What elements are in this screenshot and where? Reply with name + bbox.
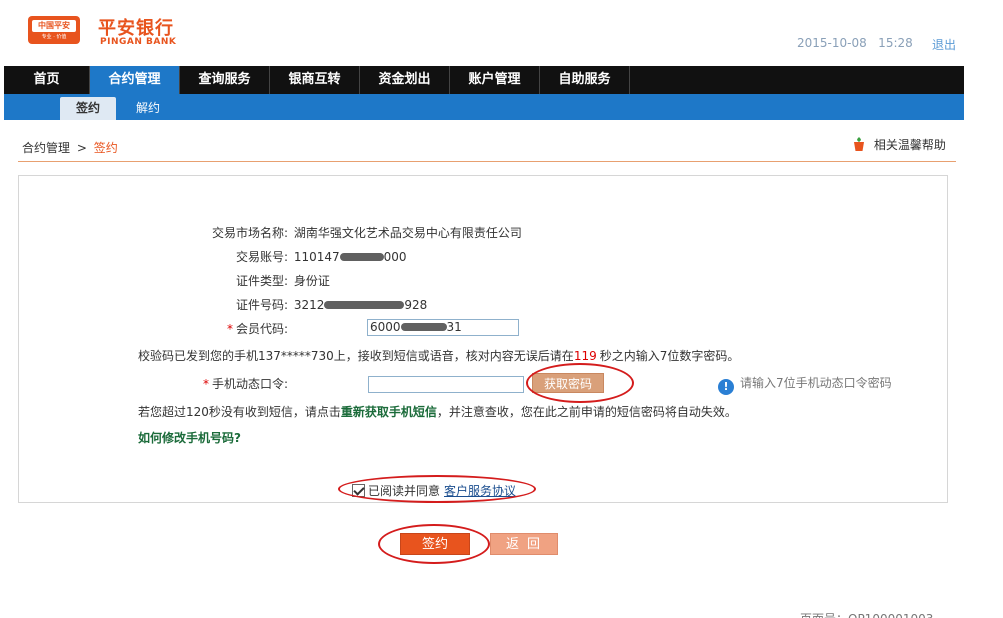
member-prefix: 6000	[370, 320, 401, 334]
subnav-item-sign[interactable]: 签约	[60, 97, 116, 120]
nav-item-selfservice[interactable]: 自助服务	[540, 66, 630, 94]
change-phone-row: 如何修改手机号码?	[138, 429, 241, 446]
current-datetime: 2015-10-08 15:28	[797, 36, 913, 50]
page-number: 页面号：OP100001003	[800, 610, 933, 618]
account-value: 110147 000	[294, 250, 407, 264]
member-label-wrap: * 会员代码:	[88, 320, 288, 337]
idtype-label: 证件类型:	[235, 274, 288, 288]
nav-item-withdraw[interactable]: 资金划出	[360, 66, 450, 94]
member-label: 会员代码:	[235, 322, 288, 336]
nav-item-query[interactable]: 查询服务	[180, 66, 270, 94]
account-row: 交易账号: 110147 000	[88, 248, 407, 265]
resend-notice: 若您超过120秒没有收到短信，请点击重新获取手机短信，并注意查收，您在此之前申请…	[138, 403, 737, 420]
help-link[interactable]: 相关温馨帮助	[852, 136, 946, 153]
account-prefix: 110147	[293, 250, 340, 264]
agreement-link[interactable]: 客户服务协议	[444, 484, 516, 498]
sms-countdown: 119	[573, 349, 597, 363]
resend-text-a: 若您超过120秒没有收到短信，请点击	[138, 405, 341, 419]
sms-notice-a: 校验码已发到您的手机137*****730上，接收到短信或语音，核对内容无误后请…	[138, 349, 574, 363]
nav-item-transfer[interactable]: 银商互转	[270, 66, 360, 94]
idno-redaction	[324, 301, 405, 309]
info-icon: !	[718, 379, 734, 395]
agreement-row: 已阅读并同意 客户服务协议	[352, 482, 516, 499]
idno-label: 证件号码:	[235, 298, 288, 312]
market-value: 湖南华强文化艺术品交易中心有限责任公司	[293, 226, 522, 240]
otp-row: * 手机动态口令:	[88, 375, 288, 392]
otp-hint-text: 请输入7位手机动态口令密码	[740, 376, 892, 390]
market-label: 交易市场名称:	[211, 226, 288, 240]
account-suffix: 000	[383, 250, 407, 264]
bank-name-en: PINGAN BANK	[100, 37, 177, 47]
account-label: 交易账号:	[235, 250, 288, 264]
logo-sub-text: 专业 · 价值	[41, 34, 67, 40]
idno-value: 3212 928	[294, 298, 427, 312]
logo-badge-text: 中国平安	[32, 20, 76, 32]
help-label: 相关温馨帮助	[873, 138, 946, 152]
main-nav: 首页 合约管理 查询服务 银商互转 资金划出 账户管理 自助服务	[4, 66, 964, 94]
nav-item-contract[interactable]: 合约管理	[90, 66, 180, 94]
resend-text-b: ，并注意查收，您在此之前申请的短信密码将自动失效。	[436, 405, 737, 419]
resend-sms-link[interactable]: 重新获取手机短信	[341, 405, 437, 419]
otp-label-wrap: * 手机动态口令:	[88, 375, 288, 392]
otp-label: 手机动态口令:	[211, 377, 288, 391]
idno-prefix: 3212	[293, 298, 325, 312]
plant-pot-icon	[854, 137, 864, 151]
breadcrumb-separator: >	[76, 141, 87, 155]
required-mark: *	[226, 322, 233, 336]
sign-button[interactable]: 签约	[400, 533, 470, 555]
idno-row: 证件号码: 3212 928	[88, 296, 427, 313]
member-row: * 会员代码:	[88, 320, 288, 337]
subnav-item-unsign[interactable]: 解约	[122, 97, 174, 120]
change-phone-link[interactable]: 如何修改手机号码?	[138, 431, 241, 445]
agree-checkbox[interactable]	[352, 484, 365, 497]
breadcrumb-divider	[18, 161, 956, 162]
get-password-button[interactable]: 获取密码	[532, 373, 604, 393]
back-button[interactable]: 返回	[490, 533, 558, 555]
breadcrumb-current: 签约	[93, 141, 118, 155]
member-code-input[interactable]: 6000 31	[367, 319, 519, 336]
nav-item-account[interactable]: 账户管理	[450, 66, 540, 94]
sms-notice: 校验码已发到您的手机137*****730上，接收到短信或语音，核对内容无误后请…	[138, 347, 739, 364]
agree-text: 已阅读并同意	[368, 484, 441, 498]
account-redaction	[339, 253, 384, 261]
sub-nav: 签约 解约	[4, 94, 964, 120]
idtype-value: 身份证	[293, 274, 330, 288]
member-suffix: 31	[446, 320, 462, 334]
member-redaction	[400, 323, 447, 331]
logout-link[interactable]: 退出	[932, 36, 956, 53]
breadcrumb-parent[interactable]: 合约管理	[22, 141, 70, 155]
idtype-row: 证件类型: 身份证	[88, 272, 330, 289]
otp-input[interactable]	[368, 376, 524, 393]
pingan-logo: 中国平安 专业 · 价值	[28, 16, 80, 44]
required-mark: *	[202, 377, 209, 391]
market-row: 交易市场名称: 湖南华强文化艺术品交易中心有限责任公司	[88, 224, 522, 241]
nav-item-home[interactable]: 首页	[4, 66, 90, 94]
idno-suffix: 928	[404, 298, 428, 312]
otp-hint: ! 请输入7位手机动态口令密码	[718, 374, 892, 395]
sms-notice-b: 秒之内输入7位数字密码。	[599, 349, 740, 363]
breadcrumb: 合约管理 > 签约	[22, 139, 118, 156]
